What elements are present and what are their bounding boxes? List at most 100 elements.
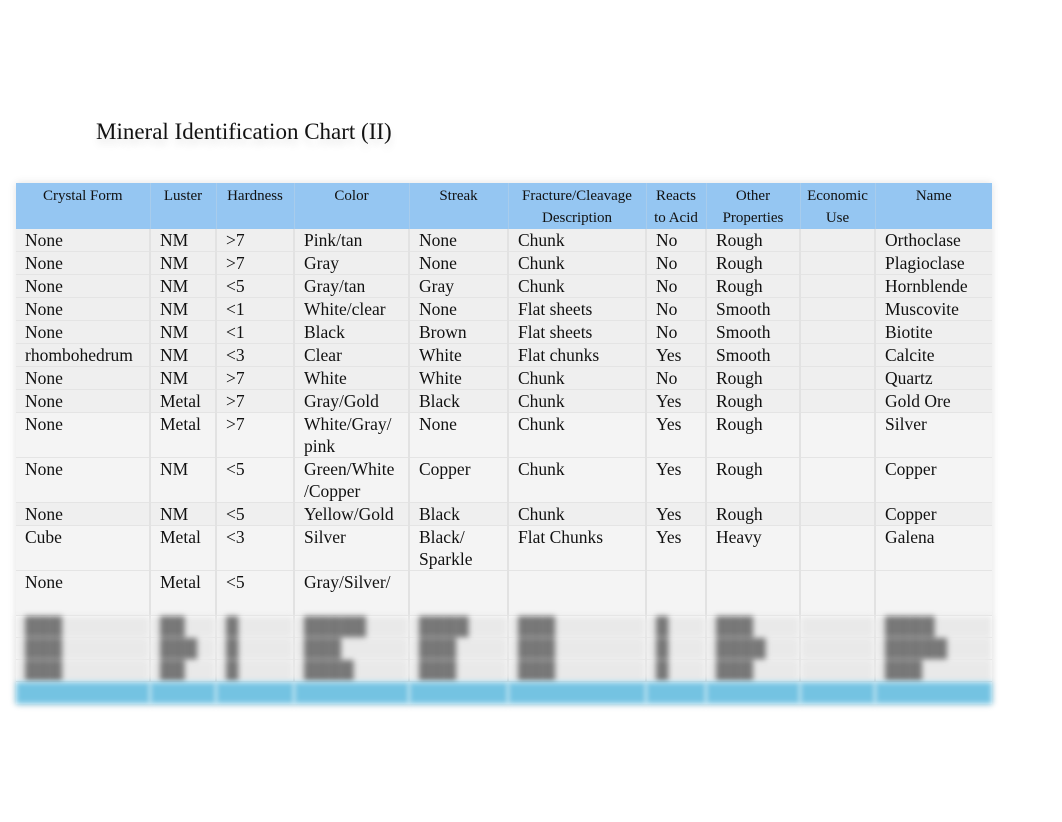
cell-fracture: Chunk bbox=[508, 502, 647, 526]
cell-reacts-to-acid: Yes bbox=[646, 412, 707, 458]
cell-name: Copper bbox=[875, 502, 992, 526]
cell-other-properties: Rough bbox=[706, 502, 801, 526]
cell-fracture: Flat sheets bbox=[508, 297, 647, 321]
table-row: None NM <1 Black Brown Flat sheets No Smooth Bio… bbox=[16, 320, 992, 344]
cell-streak bbox=[409, 570, 509, 616]
cell-luster: NM bbox=[150, 343, 217, 367]
cell-fracture: Flat chunks bbox=[508, 343, 647, 367]
cell-luster: Metal bbox=[150, 525, 217, 571]
cell-luster: NM bbox=[150, 366, 217, 390]
cell-crystal-form: None bbox=[16, 412, 151, 458]
cell-other-properties: Rough bbox=[706, 389, 801, 413]
cell-name: Gold Ore bbox=[875, 389, 992, 413]
cell-economic-use bbox=[800, 412, 876, 458]
cell-color: Black bbox=[294, 320, 410, 344]
cell-streak: White bbox=[409, 343, 509, 367]
cell-crystal-form: None bbox=[16, 320, 151, 344]
cell-other-properties: Rough bbox=[706, 251, 801, 275]
cell-economic-use bbox=[800, 320, 876, 344]
cell-name: Copper bbox=[875, 457, 992, 503]
cell-other-properties bbox=[706, 570, 801, 616]
cell-color: Gray bbox=[294, 251, 410, 275]
header-economic-use: Economic Use bbox=[800, 183, 876, 229]
cell-fracture: Chunk bbox=[508, 251, 647, 275]
table-row: None NM >7 Pink/tan None Chunk No Rough Orthocla… bbox=[16, 229, 992, 252]
header-crystal-form: Crystal Form bbox=[16, 183, 151, 229]
cell-reacts-to-acid: No bbox=[646, 320, 707, 344]
cell-luster: NM bbox=[150, 251, 217, 275]
header-name: Name bbox=[875, 183, 992, 229]
cell-reacts-to-acid: No bbox=[646, 251, 707, 275]
cell-hardness: <1 bbox=[216, 297, 295, 321]
cell-color: Gray/Silver/ bbox=[294, 570, 410, 616]
cell-hardness: >7 bbox=[216, 412, 295, 458]
cell-color: Green/White /Copper bbox=[294, 457, 410, 503]
cell-reacts-to-acid: No bbox=[646, 297, 707, 321]
cell-reacts-to-acid: No bbox=[646, 274, 707, 298]
cell-color: Clear bbox=[294, 343, 410, 367]
header-other-properties: Other Properties bbox=[706, 183, 801, 229]
cell-reacts-to-acid: Yes bbox=[646, 502, 707, 526]
cell-name: Silver bbox=[875, 412, 992, 458]
blurred-footer-header-row bbox=[16, 681, 992, 704]
table-row: None Metal >7 White/Gray/ pink None Chunk Yes R… bbox=[16, 412, 992, 458]
cell-name bbox=[875, 570, 992, 616]
cell-streak: None bbox=[409, 412, 509, 458]
cell-luster: Metal bbox=[150, 570, 217, 616]
cell-other-properties: Smooth bbox=[706, 320, 801, 344]
cell-crystal-form: None bbox=[16, 457, 151, 503]
header-fracture-cleavage: Fracture/Cleavage Description bbox=[508, 183, 647, 229]
cell-streak: None bbox=[409, 297, 509, 321]
cell-luster: NM bbox=[150, 229, 217, 252]
cell-luster: Metal bbox=[150, 412, 217, 458]
cell-fracture: Chunk bbox=[508, 274, 647, 298]
cell-color: Silver bbox=[294, 525, 410, 571]
cell-streak: Black bbox=[409, 502, 509, 526]
cell-fracture: Chunk bbox=[508, 412, 647, 458]
header-reacts-to-acid: Reacts to Acid bbox=[646, 183, 707, 229]
cell-crystal-form: None bbox=[16, 251, 151, 275]
cell-other-properties: Rough bbox=[706, 412, 801, 458]
cell-name: Muscovite bbox=[875, 297, 992, 321]
cell-name: Plagioclase bbox=[875, 251, 992, 275]
cell-fracture: Flat Chunks bbox=[508, 525, 647, 571]
cell-hardness: >7 bbox=[216, 229, 295, 252]
cell-hardness: <5 bbox=[216, 274, 295, 298]
header-luster: Luster bbox=[150, 183, 217, 229]
blurred-row: ███ ██ █ ████ ███ ███ █ ███ ███ bbox=[16, 659, 992, 682]
cell-hardness: >7 bbox=[216, 389, 295, 413]
cell-luster: Metal bbox=[150, 389, 217, 413]
cell-other-properties: Smooth bbox=[706, 343, 801, 367]
cell-economic-use bbox=[800, 457, 876, 503]
cell-crystal-form: Cube bbox=[16, 525, 151, 571]
cell-hardness: <5 bbox=[216, 502, 295, 526]
cell-economic-use bbox=[800, 570, 876, 616]
mineral-table-container: Crystal Form Luster Hardness Color Strea… bbox=[16, 183, 992, 704]
cell-color: Gray/Gold bbox=[294, 389, 410, 413]
cell-crystal-form: None bbox=[16, 274, 151, 298]
cell-economic-use bbox=[800, 389, 876, 413]
cell-hardness: <3 bbox=[216, 343, 295, 367]
table-body: None NM >7 Pink/tan None Chunk No Rough Orthocla… bbox=[16, 229, 992, 616]
cell-reacts-to-acid: Yes bbox=[646, 525, 707, 571]
cell-reacts-to-acid: Yes bbox=[646, 457, 707, 503]
cell-other-properties: Rough bbox=[706, 229, 801, 252]
cell-luster: NM bbox=[150, 274, 217, 298]
blurred-row: ██████████████████████████ bbox=[16, 615, 992, 638]
cell-crystal-form: None bbox=[16, 366, 151, 390]
cell-streak: White bbox=[409, 366, 509, 390]
table-row: None NM <5 Gray/tan Gray Chunk No Rough Hornblen… bbox=[16, 274, 992, 298]
cell-hardness: <3 bbox=[216, 525, 295, 571]
cell-name: Orthoclase bbox=[875, 229, 992, 252]
cell-name: Galena bbox=[875, 525, 992, 571]
cell-luster: NM bbox=[150, 297, 217, 321]
cell-hardness: >7 bbox=[216, 366, 295, 390]
cell-luster: NM bbox=[150, 457, 217, 503]
cell-economic-use bbox=[800, 343, 876, 367]
table-row: None NM >7 White White Chunk No Rough Quartz bbox=[16, 366, 992, 390]
cell-reacts-to-acid: Yes bbox=[646, 389, 707, 413]
mineral-identification-table: Crystal Form Luster Hardness Color Strea… bbox=[16, 183, 992, 704]
cell-color: White/Gray/ pink bbox=[294, 412, 410, 458]
cell-color: Yellow/Gold bbox=[294, 502, 410, 526]
table-header-row: Crystal Form Luster Hardness Color Strea… bbox=[16, 183, 992, 229]
